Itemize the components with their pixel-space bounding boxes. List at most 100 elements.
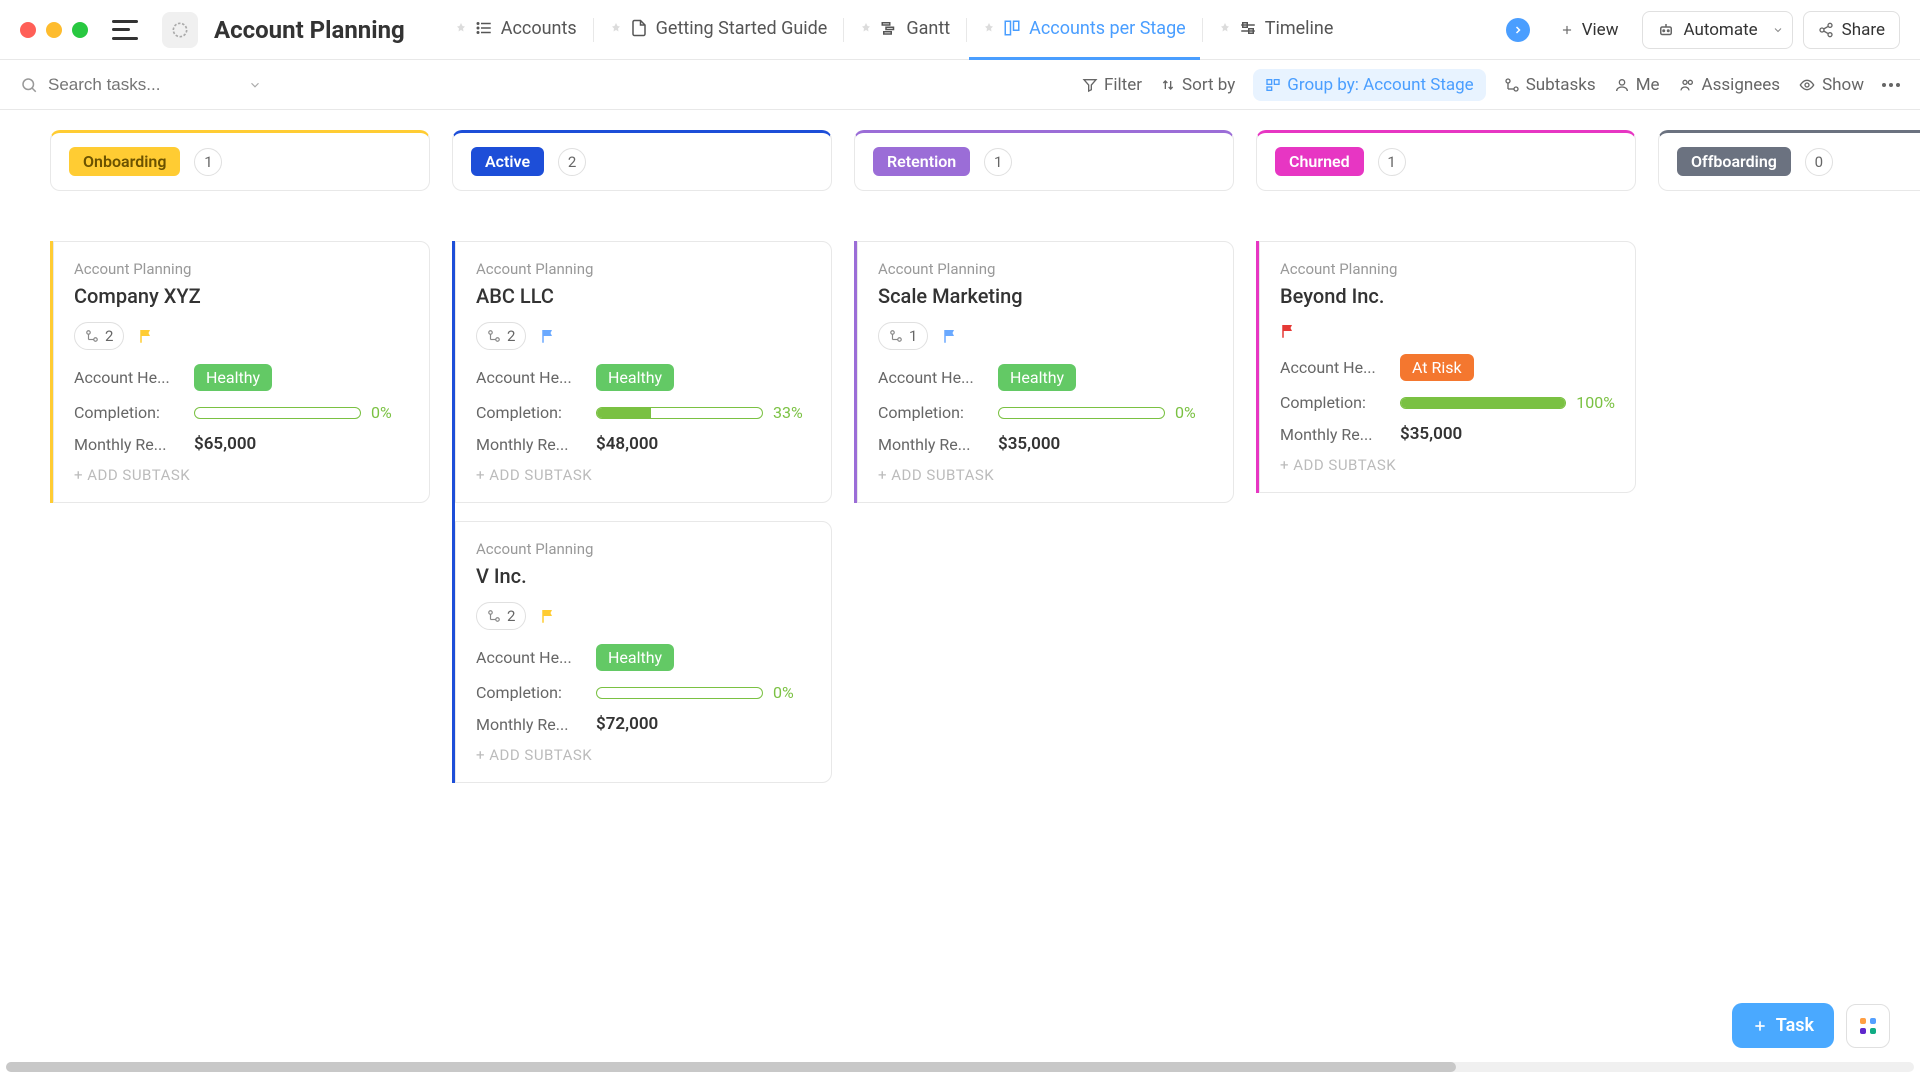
add-subtask-button[interactable]: + ADD SUBTASK	[74, 466, 409, 484]
revenue-label: Monthly Re...	[74, 435, 184, 454]
column-churned: Churned1Account PlanningBeyond Inc.Accou…	[1256, 130, 1636, 801]
subtasks-button[interactable]: Subtasks	[1504, 75, 1596, 95]
toolbar: Filter Sort by Group by: Account Stage S…	[0, 60, 1920, 110]
chevron-down-icon[interactable]	[248, 78, 262, 92]
column-header[interactable]: Active2	[452, 130, 832, 191]
more-menu-button[interactable]	[1882, 83, 1900, 87]
top-bar: Account Planning AccountsGetting Started…	[0, 0, 1920, 60]
me-label: Me	[1636, 75, 1660, 95]
me-button[interactable]: Me	[1614, 75, 1660, 95]
minimize-window-icon[interactable]	[46, 22, 62, 38]
column-header[interactable]: Onboarding1	[50, 130, 430, 191]
new-task-button[interactable]: Task	[1732, 1003, 1834, 1048]
assignees-button[interactable]: Assignees	[1678, 75, 1781, 95]
column-offboarding: Offboarding0	[1658, 130, 1920, 801]
card-stack: Account PlanningCompany XYZ2Account He..…	[50, 241, 430, 503]
subtasks-icon	[1504, 77, 1520, 93]
show-label: Show	[1822, 75, 1864, 95]
tab-label: Accounts per Stage	[1029, 18, 1186, 39]
search-box[interactable]	[20, 75, 300, 95]
tab-gantt[interactable]: Gantt	[846, 0, 964, 60]
task-card[interactable]: Account PlanningV Inc.2Account He...Heal…	[455, 521, 832, 783]
revenue-label: Monthly Re...	[1280, 425, 1390, 444]
assignees-label: Assignees	[1702, 75, 1781, 95]
column-header[interactable]: Retention1	[854, 130, 1234, 191]
show-button[interactable]: Show	[1798, 75, 1864, 95]
hamburger-menu-icon[interactable]	[112, 20, 138, 40]
sort-button[interactable]: Sort by	[1160, 75, 1235, 95]
task-label: Task	[1776, 1015, 1814, 1036]
add-subtask-button[interactable]: + ADD SUBTASK	[1280, 456, 1615, 474]
health-badge: Healthy	[194, 364, 272, 391]
column-onboarding: Onboarding1 Account PlanningCompany XYZ2A…	[50, 130, 430, 801]
view-tabs: Accounts Getting Started Guide Gantt Accoun…	[441, 0, 1490, 60]
add-subtask-button[interactable]: + ADD SUBTASK	[476, 746, 811, 764]
share-label: Share	[1842, 20, 1885, 40]
share-button[interactable]: Share	[1803, 11, 1900, 49]
subtask-icon	[85, 329, 99, 343]
column-active: Active2 Account Planning ABC LLC 2 Account H…	[452, 130, 832, 801]
group-by-button[interactable]: Group by: Account Stage	[1253, 69, 1485, 101]
tab-label: Getting Started Guide	[656, 18, 828, 39]
window-controls	[20, 22, 88, 38]
progress-bar	[1400, 397, 1566, 409]
task-card[interactable]: Account PlanningScale Marketing1Account …	[857, 241, 1234, 503]
folder-icon[interactable]	[162, 12, 198, 48]
count-badge: 2	[558, 148, 586, 176]
card-stack: Account Planning Beyond Inc. Account He...…	[1256, 241, 1636, 493]
search-icon	[20, 76, 38, 94]
completion-label: Completion:	[476, 403, 586, 422]
revenue-label: Monthly Re...	[476, 435, 586, 454]
task-card[interactable]: Account Planning Beyond Inc. Account He...…	[1259, 241, 1636, 493]
tab-accounts-per-stage[interactable]: Accounts per Stage	[969, 0, 1200, 60]
apps-button[interactable]	[1846, 1004, 1890, 1048]
group-icon	[1265, 77, 1281, 93]
revenue-value: $35,000	[998, 434, 1060, 454]
view-label: View	[1582, 20, 1619, 40]
health-label: Account He...	[1280, 358, 1390, 377]
subtask-count[interactable]: 2	[476, 322, 526, 350]
card-title: Beyond Inc.	[1280, 284, 1615, 308]
maximize-window-icon[interactable]	[72, 22, 88, 38]
nav-next-icon[interactable]	[1506, 18, 1530, 42]
add-subtask-button[interactable]: + ADD SUBTASK	[878, 466, 1213, 484]
column-header[interactable]: Churned1	[1256, 130, 1636, 191]
stage-badge: Onboarding	[69, 147, 180, 176]
task-card[interactable]: Account PlanningABC LLC2Account He...Hea…	[455, 241, 832, 503]
scrollbar-thumb[interactable]	[6, 1062, 1456, 1072]
tab-timeline[interactable]: Timeline	[1205, 0, 1348, 60]
completion-label: Completion:	[1280, 393, 1390, 412]
card-title: ABC LLC	[476, 284, 811, 308]
tab-accounts[interactable]: Accounts	[441, 0, 591, 60]
card-folder: Account Planning	[1280, 260, 1615, 278]
task-card[interactable]: Account PlanningCompany XYZ2Account He..…	[53, 241, 430, 503]
health-badge: Healthy	[596, 644, 674, 671]
tab-separator	[1202, 18, 1203, 42]
progress-bar	[998, 407, 1165, 419]
add-view-button[interactable]: View	[1546, 12, 1633, 48]
progress-bar	[596, 407, 763, 419]
filter-label: Filter	[1104, 75, 1142, 95]
completion-label: Completion:	[74, 403, 184, 422]
dots-icon	[1882, 83, 1900, 87]
subtask-count[interactable]: 1	[878, 322, 928, 350]
close-window-icon[interactable]	[20, 22, 36, 38]
filter-button[interactable]: Filter	[1082, 75, 1142, 95]
kanban-board: Onboarding1Account PlanningCompany XYZ2A…	[0, 110, 1920, 821]
toolbar-right: Filter Sort by Group by: Account Stage S…	[1082, 69, 1900, 101]
count-badge: 0	[1805, 148, 1833, 176]
subtask-count[interactable]: 2	[476, 602, 526, 630]
health-label: Account He...	[476, 648, 586, 667]
automate-button[interactable]: Automate	[1642, 11, 1792, 49]
subtask-count[interactable]: 2	[74, 322, 124, 350]
completion-pct: 0%	[773, 683, 811, 702]
tab-label: Timeline	[1265, 18, 1334, 39]
eye-icon	[1798, 77, 1816, 93]
tab-getting-started-guide[interactable]: Getting Started Guide	[596, 0, 842, 60]
horizontal-scrollbar[interactable]	[6, 1062, 1914, 1072]
search-input[interactable]	[48, 75, 228, 95]
add-subtask-button[interactable]: + ADD SUBTASK	[476, 466, 811, 484]
health-badge: Healthy	[998, 364, 1076, 391]
column-header[interactable]: Offboarding0	[1658, 130, 1920, 191]
card-folder: Account Planning	[476, 260, 811, 278]
